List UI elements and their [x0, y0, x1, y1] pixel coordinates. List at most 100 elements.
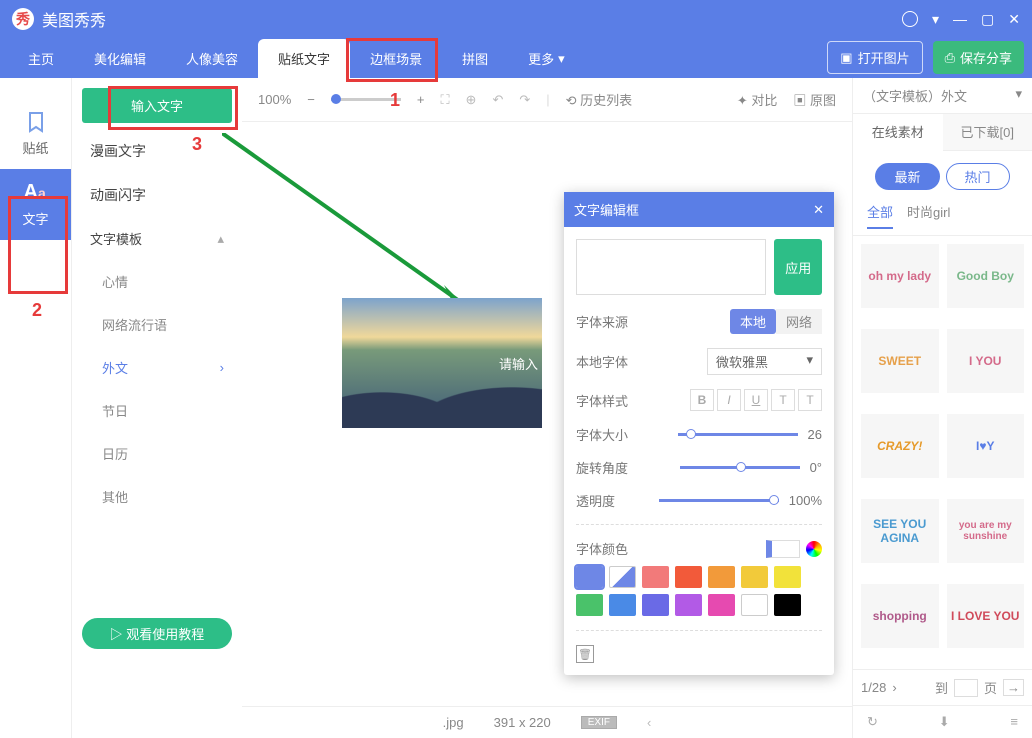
category-comic[interactable]: 漫画文字: [82, 129, 232, 173]
tab-online[interactable]: 在线素材: [853, 114, 943, 151]
font-size-slider[interactable]: [678, 433, 798, 436]
swatch[interactable]: [642, 594, 669, 616]
dropdown-icon[interactable]: ▾: [932, 11, 939, 28]
redo-icon[interactable]: ↷: [519, 92, 530, 108]
right-panel-title[interactable]: （文字模板）外文▾: [853, 78, 1032, 114]
fit-icon[interactable]: ⛶: [440, 92, 449, 108]
template-festival[interactable]: 节日: [82, 389, 232, 432]
rotate-slider[interactable]: [680, 466, 800, 469]
tab-beautify[interactable]: 美化编辑: [74, 39, 166, 78]
exif-button[interactable]: EXIF: [581, 716, 617, 729]
font-style-label: 字体样式: [576, 391, 628, 410]
dialog-close-button[interactable]: ✕: [813, 202, 824, 218]
cat-all[interactable]: 全部: [867, 202, 893, 229]
tab-more[interactable]: 更多 ▾: [508, 39, 585, 78]
color-picker-button[interactable]: [806, 541, 822, 557]
swatch[interactable]: [774, 594, 801, 616]
search-icon[interactable]: ⊕: [466, 92, 477, 108]
swatch[interactable]: [609, 594, 636, 616]
history-button[interactable]: ⟲ 历史列表: [566, 90, 633, 109]
guide-button[interactable]: ▷ 观看使用教程: [82, 618, 232, 649]
opacity-slider[interactable]: [659, 499, 779, 502]
text-placeholder[interactable]: 请输入: [499, 354, 542, 373]
thumb[interactable]: you are my sunshine: [947, 499, 1025, 563]
minimize-button[interactable]: —: [953, 11, 967, 27]
category-template[interactable]: 文字模板▴: [82, 217, 232, 260]
tab-home[interactable]: 主页: [8, 39, 74, 78]
filter-new[interactable]: 最新: [875, 163, 939, 190]
swatch[interactable]: [576, 566, 603, 588]
swatch[interactable]: [741, 594, 768, 616]
list-icon[interactable]: ≡: [1010, 714, 1018, 730]
template-mood[interactable]: 心情: [82, 260, 232, 303]
swatch[interactable]: [675, 566, 702, 588]
status-bar: .jpg 391 x 220 EXIF ‹: [242, 706, 852, 738]
swatch[interactable]: [609, 566, 636, 588]
canvas-image[interactable]: 请输入: [342, 298, 542, 428]
chevron-right-icon: ›: [220, 360, 224, 375]
filter-hot[interactable]: 热门: [946, 163, 1010, 190]
swatch[interactable]: [576, 594, 603, 616]
text-input[interactable]: [576, 239, 766, 295]
go-page-button[interactable]: →: [1003, 679, 1024, 696]
swatch[interactable]: [741, 566, 768, 588]
tab-portrait[interactable]: 人像美容: [166, 39, 258, 78]
annotation-box-2: [8, 196, 68, 294]
font-source-toggle[interactable]: 本地网络: [730, 309, 822, 334]
cat-girl[interactable]: 时尚girl: [907, 202, 950, 229]
swatch[interactable]: [708, 594, 735, 616]
tab-downloaded[interactable]: 已下载[0]: [943, 114, 1032, 151]
strike-button[interactable]: T: [771, 389, 795, 411]
template-other[interactable]: 其他: [82, 475, 232, 518]
titlebar: 秀 美图秀秀 ▾ — ▢ ✕: [0, 0, 1032, 38]
canvas-toolbar: 100% − + ⛶ ⊕ ↶ ↷ | ⟲ 历史列表 ✦ 对比 ▣ 原图: [242, 78, 852, 122]
zoom-in-button[interactable]: +: [417, 92, 425, 107]
category-anim[interactable]: 动画闪字: [82, 173, 232, 217]
zoom-out-button[interactable]: −: [307, 92, 315, 107]
thumb[interactable]: Good Boy: [947, 244, 1025, 308]
tab-sticker-text[interactable]: 贴纸文字: [258, 39, 350, 78]
bold-button[interactable]: B: [690, 389, 714, 411]
thumb[interactable]: SEE YOU AGINA: [861, 499, 939, 563]
maximize-button[interactable]: ▢: [981, 11, 994, 28]
swatch[interactable]: [708, 566, 735, 588]
template-calendar[interactable]: 日历: [82, 432, 232, 475]
feedback-icon[interactable]: [902, 11, 918, 27]
rail-sticker[interactable]: 贴纸: [0, 98, 71, 169]
annotation-label-3: 3: [192, 134, 202, 155]
compare-button[interactable]: ✦ 对比: [737, 90, 778, 109]
rotate-value: 0°: [810, 460, 822, 475]
thumb[interactable]: shopping: [861, 584, 939, 648]
swatch[interactable]: [675, 594, 702, 616]
delete-button[interactable]: 🗑: [576, 645, 594, 663]
font-dropdown[interactable]: 微软雅黑▾: [707, 348, 822, 375]
vertical-button[interactable]: T: [798, 389, 822, 411]
underline-button[interactable]: U: [744, 389, 768, 411]
italic-button[interactable]: I: [717, 389, 741, 411]
open-image-button[interactable]: ▣打开图片: [827, 41, 922, 74]
swatch[interactable]: [642, 566, 669, 588]
chevron-left-icon[interactable]: ‹: [647, 715, 651, 730]
thumb[interactable]: I YOU: [947, 329, 1025, 393]
thumb[interactable]: I♥Y: [947, 414, 1025, 478]
close-button[interactable]: ✕: [1008, 11, 1020, 28]
annotation-box-1: [346, 38, 438, 82]
template-net[interactable]: 网络流行语: [82, 303, 232, 346]
page-input[interactable]: [954, 679, 978, 697]
thumb[interactable]: I LOVE YOU: [947, 584, 1025, 648]
thumb[interactable]: SWEET: [861, 329, 939, 393]
bookmark-icon: [24, 110, 48, 134]
thumb[interactable]: CRAZY!: [861, 414, 939, 478]
save-icon: ⎙: [945, 50, 955, 66]
save-share-button[interactable]: ⎙保存分享: [933, 41, 1024, 74]
swatch[interactable]: [774, 566, 801, 588]
undo-icon[interactable]: ↶: [492, 92, 503, 108]
download-icon[interactable]: ⬇: [939, 714, 950, 730]
refresh-icon[interactable]: ↻: [867, 714, 878, 730]
thumb[interactable]: oh my lady: [861, 244, 939, 308]
next-page-button[interactable]: ›: [892, 680, 896, 695]
tab-collage[interactable]: 拼图: [442, 39, 508, 78]
original-button[interactable]: ▣ 原图: [793, 90, 836, 109]
template-foreign[interactable]: 外文›: [82, 346, 232, 389]
apply-button[interactable]: 应用: [774, 239, 822, 295]
